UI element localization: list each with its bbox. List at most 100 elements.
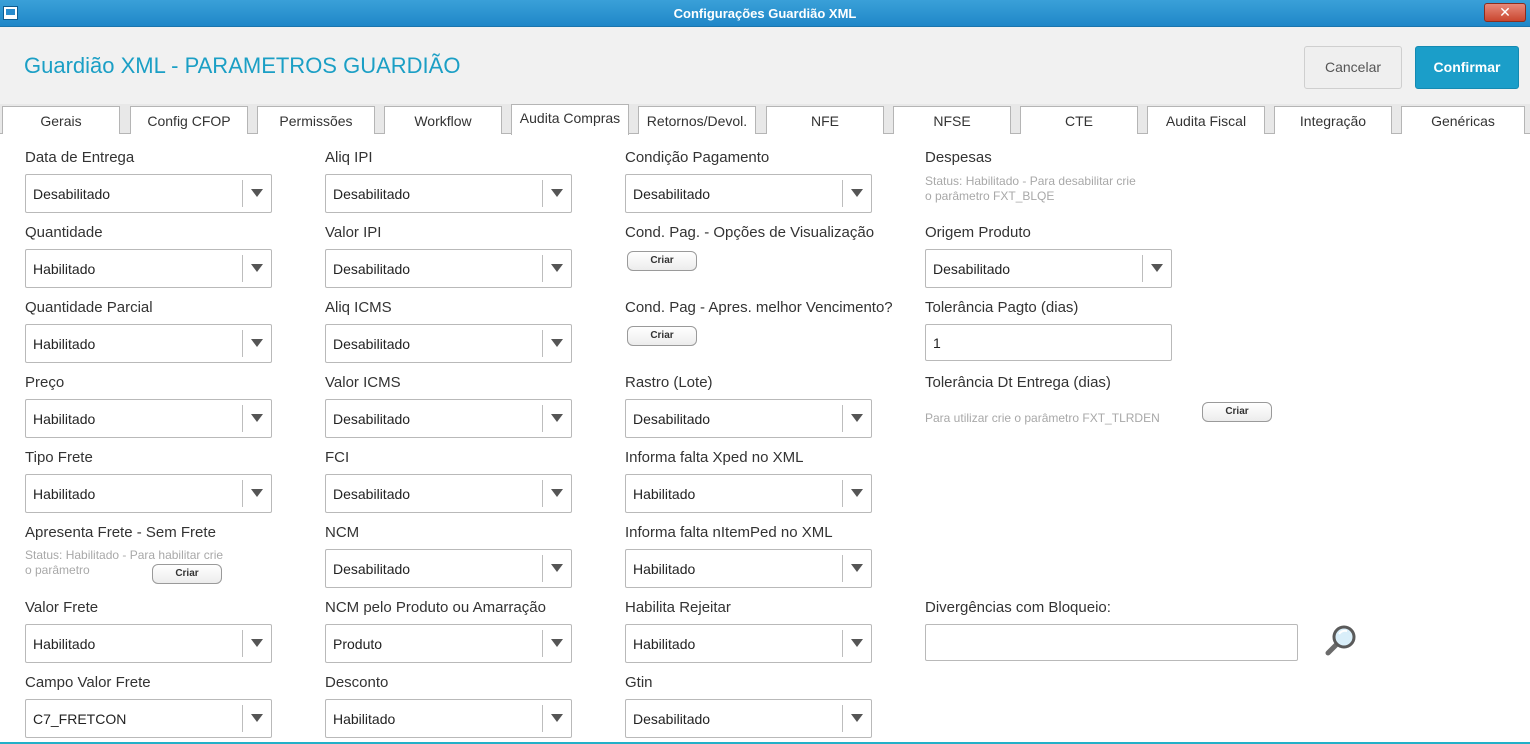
falta-xped-value: Habilitado (633, 486, 696, 502)
chevron-down-icon[interactable] (851, 714, 863, 722)
chevron-down-icon[interactable] (251, 489, 263, 497)
origem-produto-select[interactable]: Desabilitado (925, 249, 1172, 288)
chevron-down-icon[interactable] (551, 564, 563, 572)
select-divider (542, 630, 543, 657)
tab-retornos-devol[interactable]: Retornos/Devol. (638, 106, 756, 134)
data-entrega-value: Desabilitado (33, 186, 111, 202)
select-divider (242, 480, 243, 507)
preco-select[interactable]: Habilitado (25, 399, 272, 438)
gtin-select[interactable]: Desabilitado (625, 699, 872, 738)
chevron-down-icon[interactable] (551, 339, 563, 347)
chevron-down-icon[interactable] (851, 414, 863, 422)
valor-icms-select[interactable]: Desabilitado (325, 399, 572, 438)
valor-frete-select[interactable]: Habilitado (25, 624, 272, 663)
ncm-select[interactable]: Desabilitado (325, 549, 572, 588)
chevron-down-icon[interactable] (851, 489, 863, 497)
valor-frete-value: Habilitado (33, 636, 96, 652)
data-entrega-select[interactable]: Desabilitado (25, 174, 272, 213)
chevron-down-icon[interactable] (851, 639, 863, 647)
campo-valor-frete-label: Campo Valor Frete (25, 674, 151, 691)
tolerancia-pagto-input[interactable]: 1 (925, 324, 1172, 361)
campo-valor-frete-value: C7_FRETCON (33, 711, 127, 727)
ncm-label: NCM (325, 524, 360, 541)
chevron-down-icon[interactable] (251, 714, 263, 722)
valor-ipi-label: Valor IPI (325, 224, 382, 241)
tab-audita-fiscal[interactable]: Audita Fiscal (1147, 106, 1265, 134)
condicao-pagamento-label: Condição Pagamento (625, 149, 770, 166)
search-icon[interactable] (1323, 622, 1359, 658)
campo-valor-frete-select[interactable]: C7_FRETCON (25, 699, 272, 738)
chevron-down-icon[interactable] (251, 339, 263, 347)
select-divider (842, 555, 843, 582)
chevron-down-icon[interactable] (551, 189, 563, 197)
aliq-icms-value: Desabilitado (333, 336, 411, 352)
falta-nitemped-value: Habilitado (633, 561, 696, 577)
aliq-icms-label: Aliq ICMS (325, 299, 392, 316)
chevron-down-icon[interactable] (851, 189, 863, 197)
aliq-ipi-select[interactable]: Desabilitado (325, 174, 572, 213)
tolerancia-entrega-criar-button[interactable]: Criar (1202, 402, 1272, 422)
falta-xped-select[interactable]: Habilitado (625, 474, 872, 513)
desconto-select[interactable]: Habilitado (325, 699, 572, 738)
select-divider (242, 330, 243, 357)
falta-nitemped-select[interactable]: Habilitado (625, 549, 872, 588)
chevron-down-icon[interactable] (551, 714, 563, 722)
quantidade-select[interactable]: Habilitado (25, 249, 272, 288)
chevron-down-icon[interactable] (551, 414, 563, 422)
tab-cte[interactable]: CTE (1020, 106, 1138, 134)
rastro-select[interactable]: Desabilitado (625, 399, 872, 438)
tipo-frete-label: Tipo Frete (25, 449, 93, 466)
fci-label: FCI (325, 449, 350, 466)
tab-nfse[interactable]: NFSE (893, 106, 1011, 134)
aliq-icms-select[interactable]: Desabilitado (325, 324, 572, 363)
aliq-ipi-label: Aliq IPI (325, 149, 373, 166)
tab-config-cfop[interactable]: Config CFOP (130, 106, 248, 134)
chevron-down-icon[interactable] (1151, 264, 1163, 272)
tipo-frete-select[interactable]: Habilitado (25, 474, 272, 513)
cancel-button[interactable]: Cancelar (1304, 46, 1402, 89)
chevron-down-icon[interactable] (851, 564, 863, 572)
fci-select[interactable]: Desabilitado (325, 474, 572, 513)
chevron-down-icon[interactable] (251, 189, 263, 197)
falta-nitemped-label: Informa falta nItemPed no XML (625, 524, 833, 541)
tolerancia-entrega-label: Tolerância Dt Entrega (dias) (925, 374, 1111, 391)
cond-pag-apres-criar-button[interactable]: Criar (627, 326, 697, 346)
chevron-down-icon[interactable] (251, 414, 263, 422)
ncm-produto-value: Produto (333, 636, 383, 652)
habilita-rejeitar-select[interactable]: Habilitado (625, 624, 872, 663)
select-divider (842, 705, 843, 732)
tab-genericas[interactable]: Genéricas (1401, 106, 1525, 134)
chevron-down-icon[interactable] (551, 264, 563, 272)
origem-produto-value: Desabilitado (933, 261, 1011, 277)
preco-label: Preço (25, 374, 65, 391)
cond-pag-opcoes-criar-button[interactable]: Criar (627, 251, 697, 271)
condicao-pagamento-select[interactable]: Desabilitado (625, 174, 872, 213)
tab-audita-compras[interactable]: Audita Compras (511, 104, 629, 135)
select-divider (842, 480, 843, 507)
valor-icms-label: Valor ICMS (325, 374, 401, 391)
tab-integracao[interactable]: Integração (1274, 106, 1392, 134)
ncm-produto-label: NCM pelo Produto ou Amarração (325, 599, 546, 616)
chevron-down-icon[interactable] (551, 639, 563, 647)
quantidade-parcial-select[interactable]: Habilitado (25, 324, 272, 363)
confirm-button[interactable]: Confirmar (1415, 46, 1519, 89)
tab-gerais[interactable]: Gerais (2, 106, 120, 134)
data-entrega-label: Data de Entrega (25, 149, 135, 166)
divergencias-input[interactable] (925, 624, 1298, 661)
tab-permissoes[interactable]: Permissões (257, 106, 375, 134)
apresenta-frete-label: Apresenta Frete - Sem Frete (25, 524, 216, 541)
tab-workflow[interactable]: Workflow (384, 106, 502, 134)
tab-nfe[interactable]: NFE (766, 106, 884, 134)
quantidade-parcial-value: Habilitado (33, 336, 96, 352)
ncm-produto-select[interactable]: Produto (325, 624, 572, 663)
select-divider (542, 705, 543, 732)
preco-value: Habilitado (33, 411, 96, 427)
apresenta-frete-criar-button[interactable]: Criar (152, 564, 222, 584)
valor-ipi-select[interactable]: Desabilitado (325, 249, 572, 288)
chevron-down-icon[interactable] (251, 639, 263, 647)
select-divider (842, 180, 843, 207)
close-button[interactable]: ✕ (1484, 3, 1526, 22)
chevron-down-icon[interactable] (551, 489, 563, 497)
window-titlebar: Configurações Guardião XML ✕ (0, 0, 1530, 27)
chevron-down-icon[interactable] (251, 264, 263, 272)
